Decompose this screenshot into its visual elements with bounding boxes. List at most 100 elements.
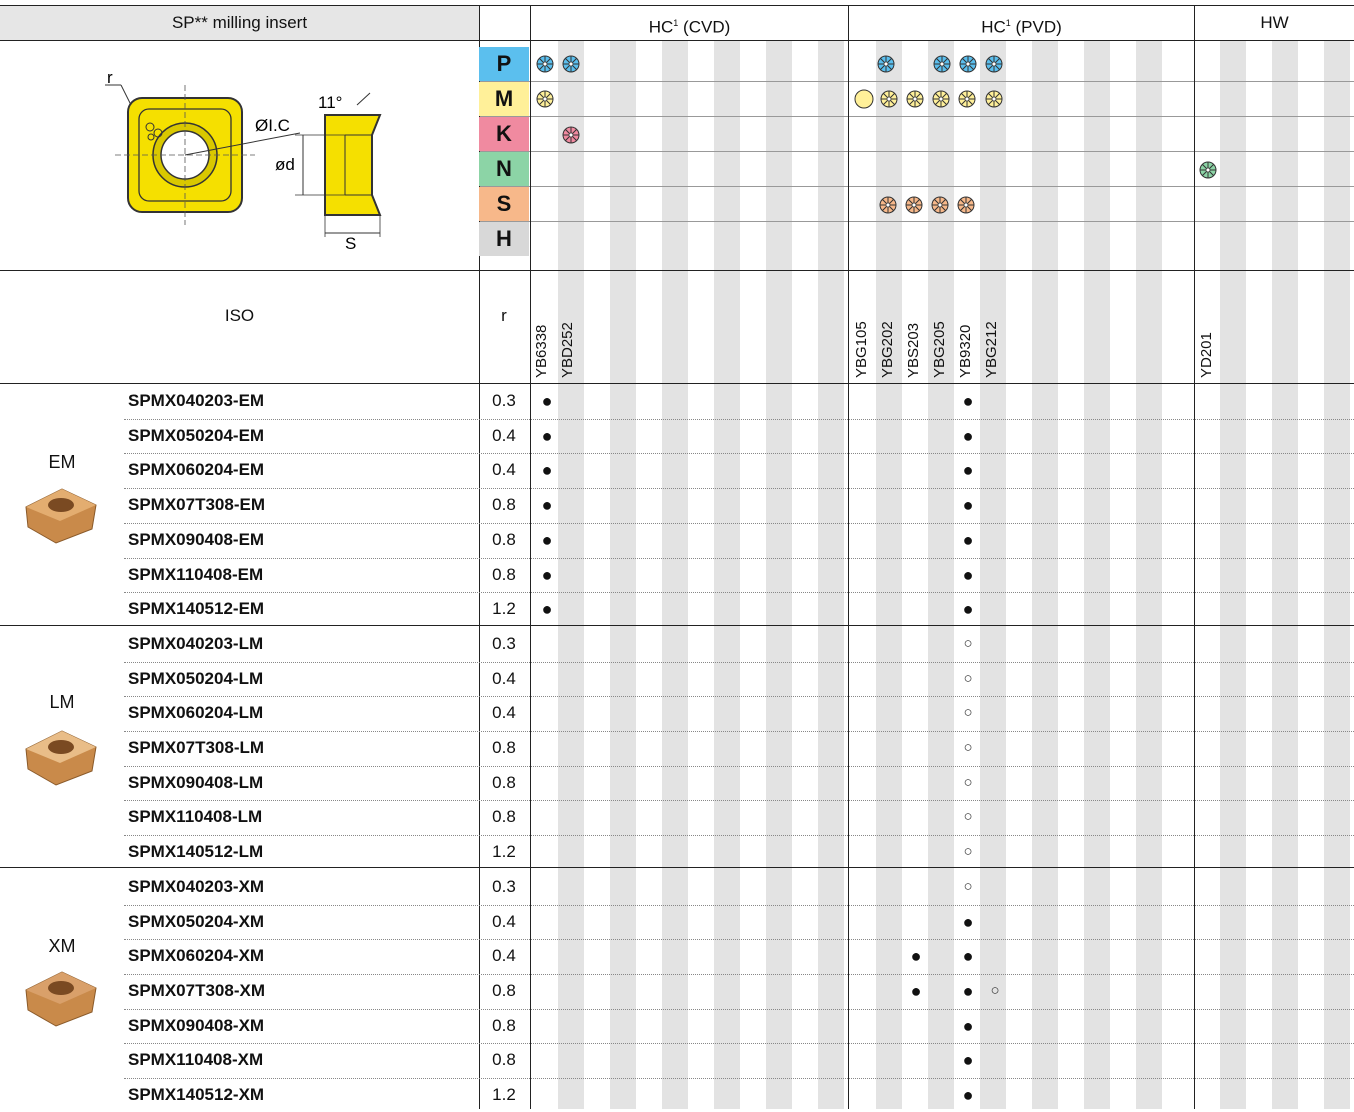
availability-mark: ● <box>962 1050 974 1071</box>
r-column-header: r <box>501 306 507 325</box>
insert-code: SPMX040203-EM <box>128 391 265 410</box>
grade-label-yd201: YD201 <box>1198 332 1215 378</box>
s-symbols <box>879 196 975 214</box>
corner-radius: 0.4 <box>492 425 516 445</box>
availability-mark: ○ <box>963 843 973 861</box>
corner-radius: 0.8 <box>492 1015 516 1035</box>
corner-radius: 0.4 <box>492 946 516 966</box>
insert-code: SPMX050204-EM <box>128 425 265 445</box>
row-separator <box>124 418 1354 420</box>
availability-mark: ● <box>541 460 553 481</box>
row-separator <box>124 557 1354 559</box>
insert-code: SPMX050204-XM <box>128 911 265 931</box>
availability-mark: ● <box>962 599 974 620</box>
availability-mark: ● <box>962 980 974 1001</box>
insert-code: SPMX07T308-XM <box>128 980 265 1000</box>
row-separator <box>124 835 1354 837</box>
availability-mark: ○ <box>963 739 973 756</box>
availability-mark: ● <box>541 495 553 516</box>
insert-code: SPMX060204-LM <box>128 703 264 723</box>
availability-mark: ● <box>910 980 922 1001</box>
p-symbols <box>536 55 1003 73</box>
corner-radius: 0.8 <box>492 495 516 515</box>
row-separator <box>124 939 1354 941</box>
availability-mark: ● <box>541 425 553 446</box>
insert-code: SPMX140512-LM <box>128 842 264 862</box>
availability-mark: ● <box>541 564 553 585</box>
group-xm-label: XM <box>48 936 76 956</box>
k-symbols <box>562 126 580 144</box>
availability-mark: ● <box>962 1015 974 1036</box>
availability-mark: ● <box>962 391 974 411</box>
grade-label-ybg212: YBG212 <box>983 321 1000 378</box>
corner-radius: 0.4 <box>492 460 516 480</box>
corner-radius: 0.8 <box>492 980 516 1000</box>
availability-mark: ● <box>962 564 974 585</box>
insert-grade-table: SP** milling insert HC1 (CVD) HC1 (PVD) … <box>0 0 1354 1109</box>
corner-radius: 0.4 <box>492 911 516 931</box>
corner-radius: 1.2 <box>492 599 516 619</box>
row-separator <box>124 1078 1354 1079</box>
availability-mark: ● <box>962 460 974 481</box>
insert-image-xm <box>25 971 97 1027</box>
insert-code: SPMX090408-LM <box>128 772 264 792</box>
corner-radius: 0.3 <box>492 876 516 896</box>
row-separator <box>124 592 1354 594</box>
row-separator <box>124 904 1354 906</box>
insert-code: SPMX040203-XM <box>128 876 265 896</box>
insert-code: SPMX060204-XM <box>128 946 265 966</box>
m-symbols <box>536 89 1003 109</box>
grade-label-ybg205: YBG205 <box>931 321 948 378</box>
availability-mark: ● <box>962 946 974 967</box>
insert-code: SPMX110408-EM <box>128 564 264 584</box>
row-separator <box>124 800 1354 802</box>
corner-radius: 0.8 <box>492 529 516 549</box>
corner-radius: 0.4 <box>492 668 516 688</box>
availability-mark: ○ <box>963 704 973 722</box>
corner-radius: 0.8 <box>492 1050 516 1070</box>
row-separator <box>124 731 1354 732</box>
availability-mark: ● <box>541 391 553 411</box>
availability-mark: ● <box>962 425 974 446</box>
corner-radius: 0.8 <box>492 738 516 757</box>
corner-radius: 1.2 <box>492 842 516 862</box>
insert-image-lm <box>25 730 97 786</box>
insert-code: SPMX07T308-EM <box>128 495 265 515</box>
row-separator <box>124 1008 1354 1010</box>
corner-radius: 0.3 <box>492 391 516 410</box>
insert-code: SPMX110408-LM <box>128 807 263 827</box>
availability-mark: ○ <box>963 877 973 895</box>
insert-code: SPMX090408-XM <box>128 1015 265 1035</box>
grade-label-ybd252: YBD252 <box>559 322 576 378</box>
grade-label-ybs203: YBS203 <box>905 322 922 378</box>
corner-radius: 0.3 <box>492 633 516 653</box>
insert-image-em <box>25 488 97 544</box>
row-separator <box>124 453 1354 455</box>
availability-mark: ○ <box>963 634 973 652</box>
group-lm-label: LM <box>49 692 75 712</box>
row-separator <box>124 522 1354 524</box>
corner-radius: 0.8 <box>492 807 516 827</box>
grade-label-ybg105: YBG105 <box>853 321 870 378</box>
row-separator <box>124 765 1354 767</box>
availability-mark: ● <box>541 529 553 550</box>
grade-label-yb9320: YB9320 <box>957 324 974 378</box>
insert-code: SPMX060204-EM <box>128 460 265 480</box>
availability-mark: ● <box>962 495 974 516</box>
row-separator <box>124 661 1354 663</box>
n-symbols <box>1199 161 1217 179</box>
group-em-label: EM <box>48 452 76 472</box>
insert-code: SPMX140512-EM <box>128 599 265 619</box>
grade-label-yb6338: YB6338 <box>533 324 550 378</box>
row-separator <box>124 1043 1354 1045</box>
insert-code: SPMX050204-LM <box>128 668 264 688</box>
row-separator <box>124 973 1354 975</box>
insert-code: SPMX090408-EM <box>128 529 265 549</box>
insert-code: SPMX110408-XM <box>128 1050 264 1070</box>
row-separator <box>124 696 1354 698</box>
insert-code: SPMX07T308-LM <box>128 738 265 757</box>
availability-mark: ○ <box>963 808 973 826</box>
application-symbols <box>536 55 1217 214</box>
availability-mark: ● <box>962 911 974 932</box>
corner-radius: 0.4 <box>492 703 516 723</box>
